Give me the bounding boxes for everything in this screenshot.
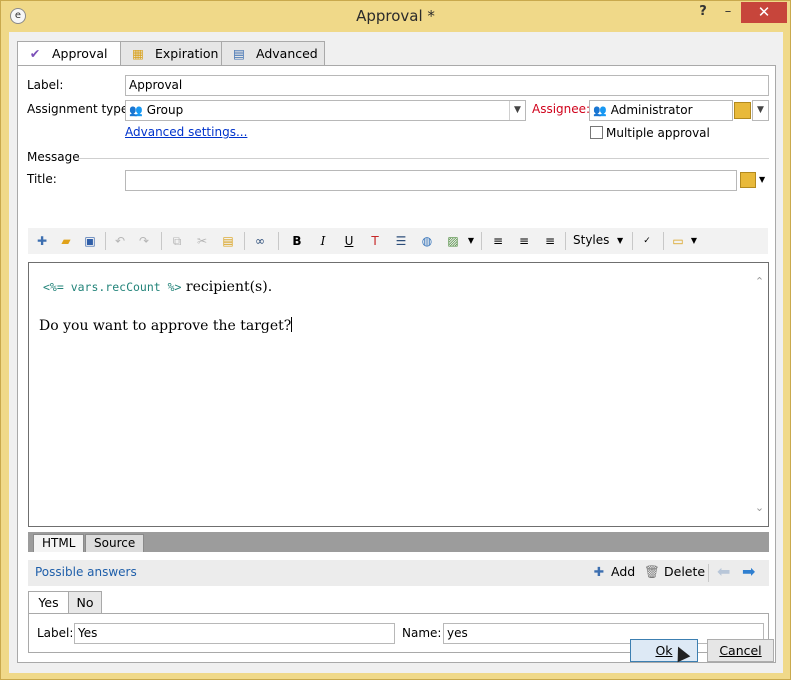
open-folder-icon[interactable]: ▰	[56, 232, 76, 250]
editor-line-2-text: Do you want to approve the target?	[39, 318, 292, 334]
approval-window: e Approval * ? – ✕ ✔ Approval ▦ Expiration…	[0, 0, 791, 680]
spellcheck-icon[interactable]: ✓	[637, 232, 657, 250]
answer-name-caption: Name:	[402, 626, 442, 640]
new-document-icon[interactable]: ✚	[32, 232, 52, 250]
approval-panel: Label: Approval Assignment type: 👥 Group …	[17, 65, 776, 663]
bulleted-list-icon[interactable]: ☰	[391, 232, 411, 250]
tab-no[interactable]: No	[68, 591, 102, 614]
editor-line-1: <%= vars.recCount %> recipient(s).	[43, 279, 272, 295]
link-globe-icon[interactable]: ◍	[417, 232, 437, 250]
chevron-down-icon[interactable]: ▼	[461, 232, 481, 250]
answer-label-caption: Label:	[37, 626, 74, 640]
label-field[interactable]: Approval	[125, 75, 769, 96]
italic-button[interactable]: I	[313, 232, 333, 250]
tab-advanced[interactable]: ▤ Advanced	[221, 41, 325, 66]
assignee-dropdown[interactable]: ▼	[752, 100, 769, 121]
tab-approval-label: Approval	[52, 46, 108, 61]
message-divider	[78, 158, 769, 159]
move-left-icon[interactable]: ⬅	[717, 562, 730, 581]
checkmark-icon: ✔	[29, 46, 41, 61]
assignee-value: Administrator	[610, 103, 693, 117]
assignment-type-caption: Assignment type:	[27, 102, 133, 116]
advanced-settings-link[interactable]: Advanced settings...	[125, 125, 247, 139]
find-binoculars-icon[interactable]: ∞	[250, 232, 270, 250]
chevron-down-icon[interactable]: ▼	[759, 175, 765, 184]
label-caption: Label:	[27, 78, 64, 92]
move-right-icon[interactable]: ➡	[742, 562, 755, 581]
answer-label-field[interactable]: Yes	[74, 623, 395, 644]
personalize-icon[interactable]	[740, 172, 756, 188]
editor-scrollbar[interactable]: ⌃ ⌄	[751, 263, 768, 526]
multiple-approval-checkbox[interactable]	[590, 126, 603, 139]
align-right-icon[interactable]: ≡	[540, 232, 560, 250]
calendar-icon: ▦	[132, 46, 144, 61]
group-icon: 👥	[129, 104, 143, 117]
tab-expiration[interactable]: ▦ Expiration	[120, 41, 222, 66]
cancel-button[interactable]: Cancel	[707, 639, 774, 662]
possible-answers-bar: Possible answers ✚ Add 🗑 Delete ⬅ ➡	[28, 560, 769, 586]
cancel-label: Cancel	[719, 643, 762, 658]
editor-line-1-text: recipient(s).	[181, 279, 273, 295]
scroll-up-icon[interactable]: ⌃	[751, 275, 768, 288]
minimize-button[interactable]: –	[715, 2, 741, 23]
personalization-code: <%= vars.recCount %>	[43, 280, 182, 294]
paste-icon[interactable]: ▤	[218, 232, 238, 250]
assignee-field[interactable]: 👥 Administrator	[589, 100, 733, 121]
underline-button[interactable]: U	[339, 232, 359, 250]
assignee-caption: Assignee:	[532, 102, 591, 116]
group-icon: 👥	[593, 104, 607, 117]
editor-line-2: Do you want to approve the target?	[39, 317, 293, 334]
align-left-icon[interactable]: ≡	[488, 232, 508, 250]
cut-icon[interactable]: ✂	[192, 232, 212, 250]
tab-yes[interactable]: Yes	[28, 591, 69, 614]
assignment-type-select[interactable]: 👥 Group ▼	[125, 100, 526, 121]
text-caret	[291, 317, 293, 332]
message-editor[interactable]: <%= vars.recCount %> recipient(s). Do yo…	[28, 262, 769, 527]
tab-approval[interactable]: ✔ Approval	[17, 41, 121, 67]
help-button[interactable]: ?	[691, 2, 715, 23]
tab-source[interactable]: Source	[85, 534, 145, 552]
editor-mode-tabs: HTML Source	[28, 532, 769, 552]
title-field[interactable]	[125, 170, 737, 191]
add-answer-button[interactable]: ✚ Add	[591, 564, 635, 579]
styles-dropdown[interactable]: Styles	[573, 233, 609, 247]
chevron-down-icon[interactable]: ▼	[617, 236, 623, 245]
message-caption: Message	[27, 150, 80, 164]
folder-icon[interactable]	[734, 102, 751, 119]
add-icon: ✚	[593, 564, 605, 579]
delete-label: Delete	[664, 564, 706, 579]
chevron-down-icon[interactable]: ▼	[509, 101, 525, 120]
scroll-down-icon[interactable]: ⌄	[751, 501, 768, 514]
editor-toolbar: ✚ ▰ ▣ ↶ ↷ ⧉ ✂ ▤ ∞ B I U T ☰ ◍ ▨ ▼ ≡ ≡ ≡ …	[28, 228, 768, 254]
tab-expiration-label: Expiration	[155, 46, 219, 61]
undo-icon[interactable]: ↶	[110, 232, 130, 250]
chevron-down-icon[interactable]: ▼	[684, 232, 704, 250]
title-caption: Title:	[27, 172, 57, 186]
tab-advanced-label: Advanced	[256, 46, 318, 61]
assignment-type-value: Group	[146, 103, 184, 117]
clipboard-icon: ▤	[233, 46, 245, 61]
ok-label: Ok	[655, 643, 673, 658]
save-icon[interactable]: ▣	[80, 232, 100, 250]
chevron-down-icon: ▼	[757, 105, 764, 115]
copy-icon[interactable]: ⧉	[167, 232, 187, 250]
redo-icon[interactable]: ↷	[134, 232, 154, 250]
tab-html[interactable]: HTML	[33, 534, 85, 552]
window-title: Approval *	[356, 7, 435, 25]
align-center-icon[interactable]: ≡	[514, 232, 534, 250]
add-label: Add	[611, 564, 636, 579]
title-bar[interactable]: e Approval * ? – ✕	[1, 1, 790, 33]
trash-icon: 🗑	[644, 564, 660, 579]
bold-button[interactable]: B	[287, 232, 307, 250]
close-button[interactable]: ✕	[741, 2, 787, 23]
multiple-approval-label: Multiple approval	[606, 126, 710, 140]
dialog-body: ✔ Approval ▦ Expiration ▤ Advanced Label: A…	[9, 32, 783, 673]
delete-answer-button[interactable]: 🗑 Delete	[644, 564, 705, 580]
possible-answers-title: Possible answers	[35, 565, 137, 579]
text-color-icon[interactable]: T	[365, 232, 385, 250]
insert-image-icon[interactable]: ▨	[443, 232, 463, 250]
